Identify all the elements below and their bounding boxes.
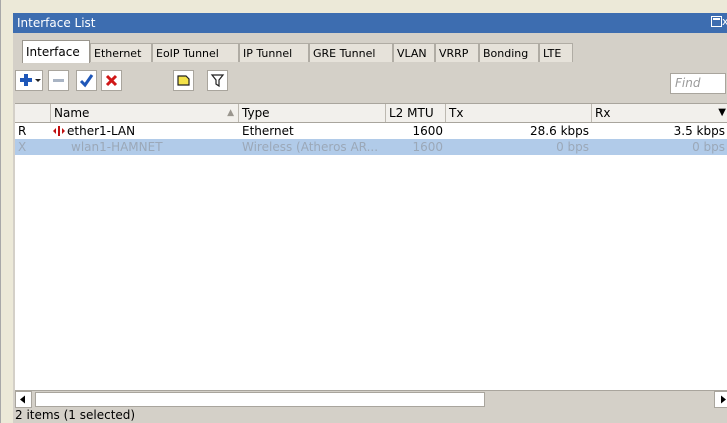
tab-ethernet[interactable]: Ethernet	[90, 43, 152, 62]
remove-icon	[53, 79, 64, 82]
row-type: Wireless (Atheros AR...	[242, 140, 379, 154]
tab-ip-tunnel[interactable]: IP Tunnel	[239, 43, 309, 62]
comment-icon	[177, 75, 190, 86]
horizontal-scrollbar[interactable]	[15, 390, 727, 408]
column-header-name[interactable]: Name ▲	[51, 104, 239, 122]
filter-icon	[210, 74, 225, 88]
interface-list-window: Interface List x Interface Ethernet EoIP…	[0, 0, 727, 423]
scroll-right-button[interactable]	[714, 391, 727, 408]
column-header-l2mtu[interactable]: L2 MTU	[386, 104, 446, 122]
disable-icon	[105, 74, 118, 87]
comment-button[interactable]	[173, 70, 194, 91]
row-rx: 0 bps	[692, 140, 725, 154]
arrow-right-icon	[721, 395, 726, 404]
ethernet-interface-icon	[53, 126, 65, 136]
add-icon	[20, 74, 41, 86]
remove-button[interactable]	[48, 70, 69, 91]
enable-icon	[79, 74, 94, 88]
row-flag: X	[18, 140, 27, 154]
close-icon[interactable]: x	[722, 14, 727, 29]
interface-table: Name ▲ Type L2 MTU Tx Rx ▼ R ether1-LAN …	[15, 103, 727, 391]
add-button[interactable]	[15, 70, 43, 91]
scroll-left-button[interactable]	[15, 391, 32, 408]
window-title: Interface List	[17, 16, 96, 30]
tab-lte[interactable]: LTE	[539, 43, 573, 62]
tab-interface[interactable]: Interface	[22, 40, 90, 63]
tab-bonding[interactable]: Bonding	[479, 43, 539, 62]
column-header-tx[interactable]: Tx	[446, 104, 592, 122]
row-type: Ethernet	[242, 124, 294, 138]
column-header-rx[interactable]: Rx ▼	[592, 104, 727, 122]
find-input[interactable]: Find	[670, 73, 726, 94]
window-body: Interface Ethernet EoIP Tunnel IP Tunnel…	[13, 33, 727, 423]
row-flag: R	[18, 124, 27, 138]
tab-strip: Interface Ethernet EoIP Tunnel IP Tunnel…	[13, 40, 727, 63]
tab-vrrp[interactable]: VRRP	[435, 43, 479, 62]
filter-button[interactable]	[207, 70, 228, 91]
table-header: Name ▲ Type L2 MTU Tx Rx ▼	[15, 104, 727, 123]
maximize-icon[interactable]	[711, 16, 722, 27]
column-header-flags[interactable]	[15, 104, 51, 122]
arrow-left-icon	[20, 395, 25, 404]
row-l2mtu: 1600	[412, 140, 443, 154]
column-menu-icon[interactable]: ▼	[718, 104, 726, 122]
scrollbar-thumb[interactable]	[35, 392, 485, 407]
row-tx: 0 bps	[556, 140, 589, 154]
column-header-type[interactable]: Type	[239, 104, 386, 122]
row-name-cell: ether1-LAN	[51, 123, 239, 139]
row-l2mtu: 1600	[412, 124, 443, 138]
disable-button[interactable]	[101, 70, 122, 91]
toolbar: Find	[13, 67, 727, 101]
title-bar[interactable]: Interface List x	[13, 13, 727, 33]
table-row[interactable]: R ether1-LAN Ethernet 1600 28.6 kbps 3.5…	[15, 123, 727, 139]
column-header-rx-label: Rx	[595, 106, 611, 120]
row-rx: 3.5 kbps	[673, 124, 725, 138]
sort-indicator-icon: ▲	[227, 108, 234, 118]
tab-vlan[interactable]: VLAN	[393, 43, 435, 62]
row-name: wlan1-HAMNET	[71, 140, 163, 154]
status-bar: 2 items (1 selected)	[15, 408, 136, 422]
row-name: ether1-LAN	[67, 124, 136, 138]
table-row-selected[interactable]: X wlan1-HAMNET Wireless (Atheros AR... 1…	[15, 139, 727, 155]
row-tx: 28.6 kbps	[530, 124, 589, 138]
tab-eoip-tunnel[interactable]: EoIP Tunnel	[152, 43, 239, 62]
enable-button[interactable]	[76, 70, 97, 91]
column-header-name-label: Name	[54, 106, 90, 120]
tab-gre-tunnel[interactable]: GRE Tunnel	[309, 43, 393, 62]
